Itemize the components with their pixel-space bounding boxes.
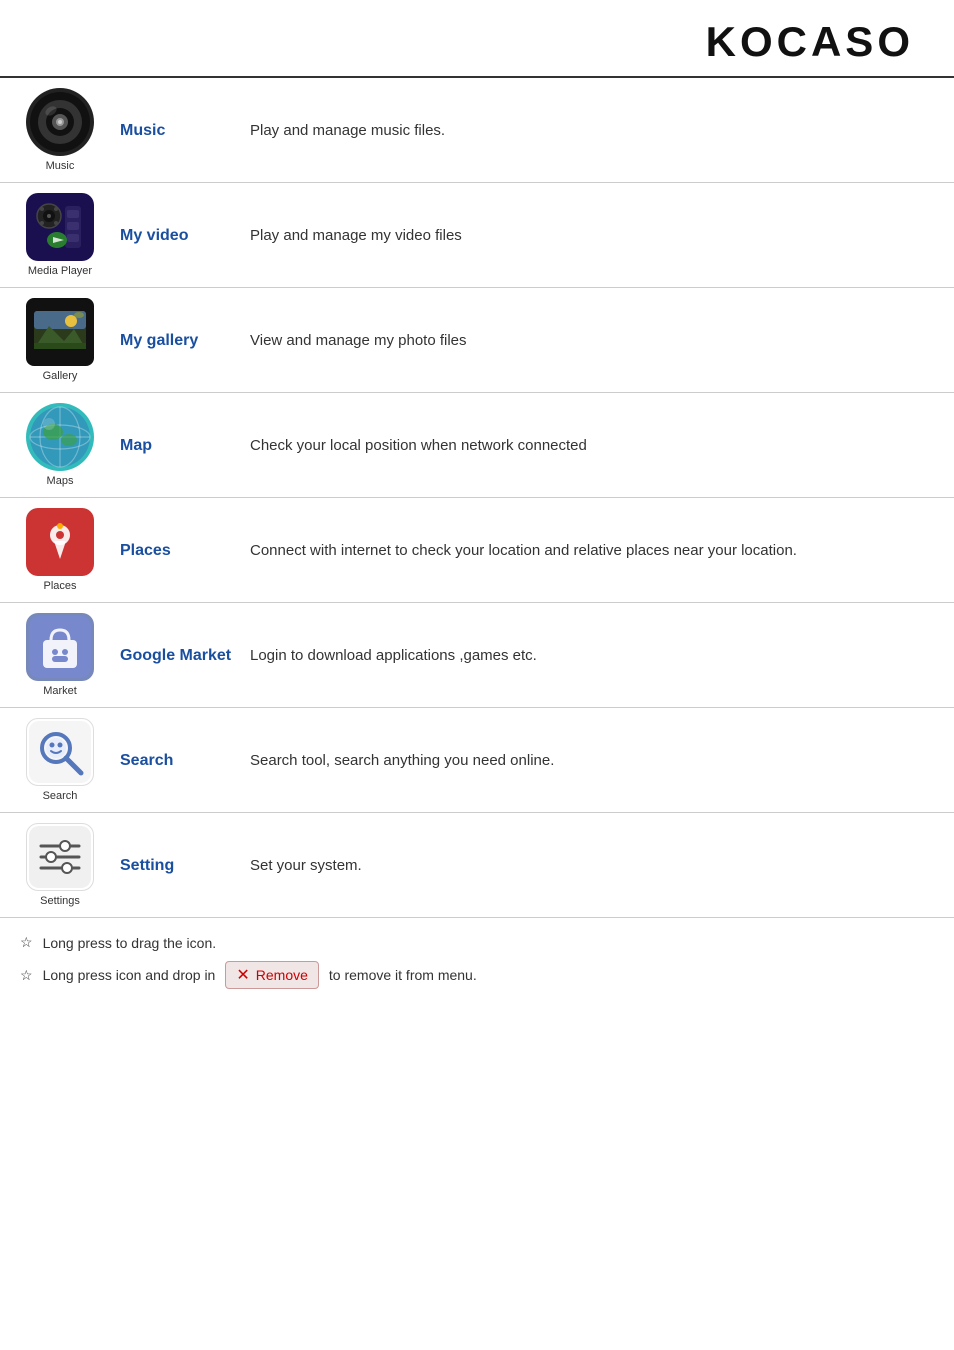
search-label: Search [43, 790, 78, 802]
list-item[interactable]: Gallery My gallery View and manage my ph… [0, 288, 954, 393]
market-icon-wrapper: Market [10, 613, 110, 697]
maps-name: Map [120, 435, 250, 455]
search-info: Search Search tool, search anything you … [110, 750, 934, 770]
video-label: Media Player [28, 265, 92, 277]
gallery-icon-svg [29, 301, 91, 363]
market-info: Google Market Login to download applicat… [110, 645, 934, 665]
video-icon-svg [29, 196, 91, 258]
music-info: Music Play and manage music files. [110, 120, 934, 140]
settings-info: Setting Set your system. [110, 855, 934, 875]
gallery-label: Gallery [43, 370, 78, 382]
market-icon [26, 613, 94, 681]
gallery-icon [26, 298, 94, 366]
search-icon-wrapper: Search [10, 718, 110, 802]
footer-line-2: ☆ Long press icon and drop in ✕ Remove t… [20, 961, 934, 989]
maps-icon-wrapper: Maps [10, 403, 110, 487]
gallery-icon-wrapper: Gallery [10, 298, 110, 382]
star-2: ☆ [20, 967, 33, 984]
settings-icon [26, 823, 94, 891]
video-icon [26, 193, 94, 261]
settings-desc: Set your system. [250, 855, 934, 874]
list-item[interactable]: Settings Setting Set your system. [0, 813, 954, 918]
places-icon-wrapper: Places [10, 508, 110, 592]
settings-label: Settings [40, 895, 80, 907]
list-item[interactable]: Market Google Market Login to download a… [0, 603, 954, 708]
music-name: Music [120, 120, 250, 140]
footer-note-2-post: to remove it from menu. [329, 967, 477, 983]
market-desc: Login to download applications ,games et… [250, 645, 934, 664]
app-list: Music Music Play and manage music files. [0, 78, 954, 918]
places-name: Places [120, 540, 250, 560]
remove-badge: ✕ Remove [225, 961, 319, 989]
footer-line-1: ☆ Long press to drag the icon. [20, 934, 934, 951]
footer-notes: ☆ Long press to drag the icon. ☆ Long pr… [0, 918, 954, 1019]
footer-note-1: Long press to drag the icon. [43, 935, 217, 951]
list-item[interactable]: Maps Map Check your local position when … [0, 393, 954, 498]
search-icon [26, 718, 94, 786]
logo: KOCASO [706, 18, 914, 65]
list-item[interactable]: Media Player My video Play and manage my… [0, 183, 954, 288]
market-name: Google Market [120, 645, 250, 665]
maps-desc: Check your local position when network c… [250, 435, 934, 454]
music-icon-svg [29, 91, 91, 153]
search-icon-svg [29, 721, 91, 783]
video-icon-wrapper: Media Player [10, 193, 110, 277]
list-item[interactable]: Places Places Connect with internet to c… [0, 498, 954, 603]
market-icon-svg [29, 616, 91, 678]
maps-info: Map Check your local position when netwo… [110, 435, 934, 455]
music-label: Music [46, 160, 75, 172]
music-desc: Play and manage music files. [250, 120, 934, 139]
video-info: My video Play and manage my video files [110, 225, 934, 245]
places-icon [26, 508, 94, 576]
footer-note-2-pre: Long press icon and drop in [43, 967, 216, 983]
list-item[interactable]: Music Music Play and manage music files. [0, 78, 954, 183]
search-desc: Search tool, search anything you need on… [250, 750, 934, 769]
settings-icon-svg [29, 826, 91, 888]
header: KOCASO [0, 0, 954, 78]
settings-icon-wrapper: Settings [10, 823, 110, 907]
places-icon-svg [29, 511, 91, 573]
maps-icon-svg [29, 406, 91, 468]
music-icon-wrapper: Music [10, 88, 110, 172]
maps-icon [26, 403, 94, 471]
gallery-name: My gallery [120, 330, 250, 350]
music-icon [26, 88, 94, 156]
settings-name: Setting [120, 855, 250, 875]
search-name: Search [120, 750, 250, 770]
market-label: Market [43, 685, 77, 697]
video-name: My video [120, 225, 250, 245]
remove-x-icon: ✕ [236, 965, 249, 985]
gallery-info: My gallery View and manage my photo file… [110, 330, 934, 350]
maps-label: Maps [47, 475, 74, 487]
places-desc: Connect with internet to check your loca… [250, 540, 934, 559]
places-info: Places Connect with internet to check yo… [110, 540, 934, 560]
video-desc: Play and manage my video files [250, 225, 934, 244]
star-1: ☆ [20, 934, 33, 951]
gallery-desc: View and manage my photo files [250, 330, 934, 349]
places-label: Places [43, 580, 76, 592]
list-item[interactable]: Search Search Search tool, search anythi… [0, 708, 954, 813]
remove-label: Remove [256, 967, 308, 983]
